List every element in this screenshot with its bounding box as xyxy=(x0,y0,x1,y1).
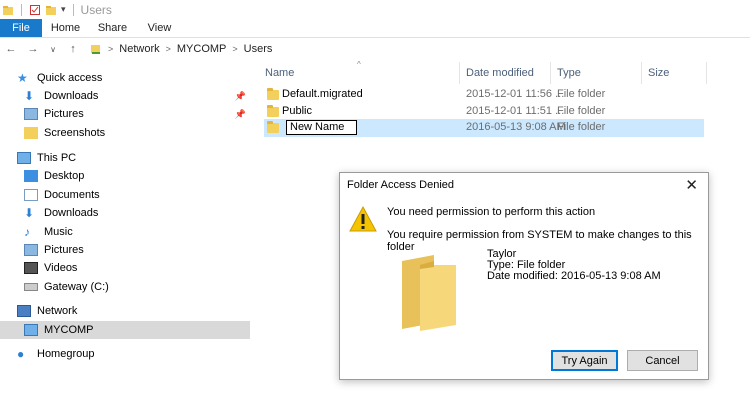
folder-icon xyxy=(267,88,279,100)
file-name: Default.migrated xyxy=(282,88,363,100)
nav-item-mycomp[interactable]: MYCOMP xyxy=(0,321,250,339)
nav-item-this-pc[interactable]: This PC xyxy=(0,149,250,167)
nav-item-gateway-drive[interactable]: Gateway (C:) xyxy=(0,278,250,296)
nav-item-downloads[interactable]: ⬇ Downloads 📌 xyxy=(0,87,250,105)
customize-toolbar-icon[interactable]: ▾ xyxy=(61,4,66,15)
file-date: 2015-12-01 11:51 ... xyxy=(466,105,565,117)
column-header-date[interactable]: Date modified xyxy=(459,62,550,84)
star-icon: ★ xyxy=(17,71,28,85)
folder-icon xyxy=(24,127,38,139)
nav-item-screenshots[interactable]: Screenshots xyxy=(0,124,250,142)
nav-item-downloads-pc[interactable]: ⬇ Downloads xyxy=(0,204,250,222)
folder-icon xyxy=(3,5,13,15)
pin-icon[interactable]: 📌 xyxy=(235,91,246,102)
file-date: 2016-05-13 9:08 AM xyxy=(466,121,566,133)
navigation-pane: ★ Quick access ⬇ Downloads 📌 Pictures 📌 … xyxy=(0,68,250,393)
ribbon-tabs: File Home Share View xyxy=(0,19,750,37)
rename-input[interactable]: New Name xyxy=(286,120,357,135)
table-row[interactable]: Default.migrated 2015-12-01 11:56 ... Fi… xyxy=(264,86,704,104)
monitor-icon xyxy=(24,324,38,336)
up-arrow-icon[interactable]: ↑ xyxy=(66,43,80,55)
new-folder-icon[interactable] xyxy=(45,4,57,16)
folder-icon xyxy=(267,121,279,133)
quick-access-toolbar: ▾ xyxy=(2,3,77,16)
recent-dropdown-icon[interactable]: ∨ xyxy=(46,45,60,54)
permission-message: You need permission to perform this acti… xyxy=(387,206,596,218)
pictures-icon xyxy=(24,108,38,120)
file-type: File folder xyxy=(557,105,606,117)
file-date: 2015-12-01 11:56 ... xyxy=(466,88,565,100)
crumb-users[interactable]: Users xyxy=(244,43,273,55)
address-row: ← → ∨ ↑ > Network > MYCOMP > Users xyxy=(0,38,750,60)
desktop-icon xyxy=(24,170,38,182)
tab-share[interactable]: Share xyxy=(89,22,136,34)
homegroup-icon: ● xyxy=(17,347,25,361)
download-arrow-icon: ⬇ xyxy=(24,89,35,103)
cancel-button[interactable]: Cancel xyxy=(627,350,698,371)
column-divider[interactable] xyxy=(706,62,707,84)
nav-item-quick-access[interactable]: ★ Quick access xyxy=(0,69,250,87)
back-arrow-icon[interactable]: ← xyxy=(4,43,18,55)
crumb-network[interactable]: Network xyxy=(119,43,159,55)
network-folder-icon xyxy=(91,45,100,54)
chevron-right-icon: > xyxy=(232,44,238,54)
dialog-title: Folder Access Denied xyxy=(347,179,454,191)
nav-item-desktop[interactable]: Desktop xyxy=(0,167,250,185)
download-arrow-icon: ⬇ xyxy=(24,206,35,220)
documents-icon xyxy=(24,189,38,201)
nav-item-pictures-pc[interactable]: Pictures xyxy=(0,241,250,259)
title-bar: ▾ Users xyxy=(0,0,750,19)
window-title: Users xyxy=(80,2,112,17)
nav-item-homegroup[interactable]: ● Homegroup xyxy=(0,345,250,363)
network-icon xyxy=(17,305,31,317)
nav-item-pictures[interactable]: Pictures 📌 xyxy=(0,105,250,123)
column-header-name[interactable]: Name xyxy=(258,62,459,84)
file-type: File folder xyxy=(557,121,606,133)
folder-icon xyxy=(267,105,279,117)
chevron-right-icon: > xyxy=(108,44,114,54)
table-row-selected[interactable]: New Name 2016-05-13 9:08 AM File folder xyxy=(264,119,704,137)
nav-item-network[interactable]: Network xyxy=(0,302,250,320)
folder-date: Date modified: 2016-05-13 9:08 AM xyxy=(487,270,661,282)
nav-item-documents[interactable]: Documents xyxy=(0,186,250,204)
close-icon[interactable]: ✕ xyxy=(685,176,698,194)
crumb-mycomp[interactable]: MYCOMP xyxy=(177,43,227,55)
film-icon xyxy=(24,262,38,274)
properties-icon[interactable] xyxy=(29,4,41,16)
file-type: File folder xyxy=(557,88,606,100)
pin-icon[interactable]: 📌 xyxy=(235,109,246,120)
forward-arrow-icon[interactable]: → xyxy=(26,43,40,55)
drive-icon xyxy=(24,283,38,291)
folder-info: Taylor Type: File folder Date modified: … xyxy=(487,249,661,282)
column-header-size[interactable]: Size xyxy=(641,62,706,84)
file-name: Public xyxy=(282,105,312,117)
column-header-type[interactable]: Type xyxy=(550,62,641,84)
nav-item-videos[interactable]: Videos xyxy=(0,259,250,277)
tab-home[interactable]: Home xyxy=(42,22,89,34)
tab-view[interactable]: View xyxy=(136,22,183,34)
try-again-button[interactable]: Try Again xyxy=(551,350,618,371)
monitor-icon xyxy=(17,152,31,164)
music-note-icon: ♪ xyxy=(24,225,30,239)
warning-icon xyxy=(349,205,377,232)
folder-access-denied-dialog: Folder Access Denied ✕ You need permissi… xyxy=(339,172,709,380)
nav-item-music[interactable]: ♪ Music xyxy=(0,223,250,241)
folder-icon xyxy=(402,255,456,331)
breadcrumb: > Network > MYCOMP > Users xyxy=(90,43,272,55)
pictures-icon xyxy=(24,244,38,256)
chevron-right-icon: > xyxy=(165,44,171,54)
tab-file[interactable]: File xyxy=(0,19,42,37)
